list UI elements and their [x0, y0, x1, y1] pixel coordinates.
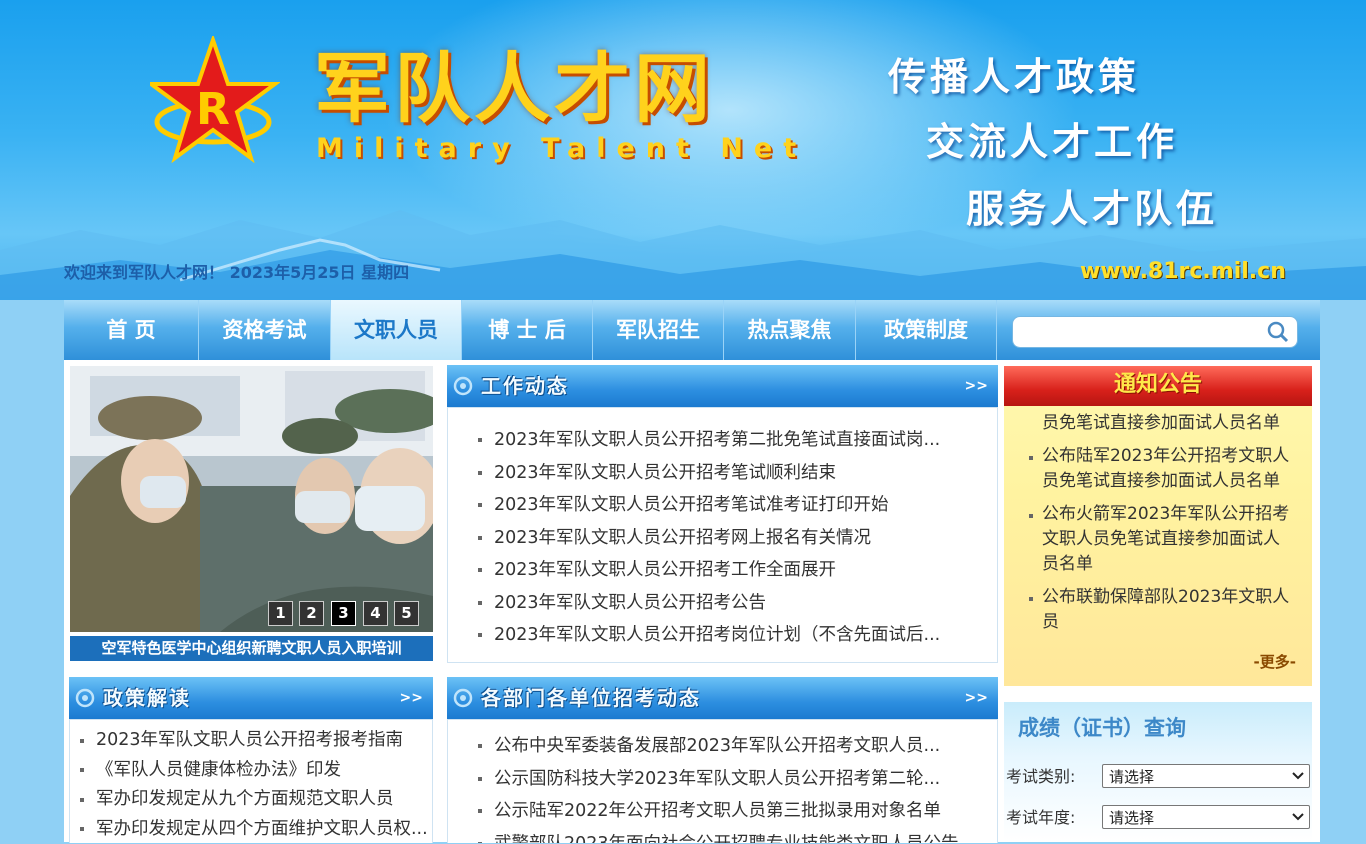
exam-type-label: 考试类别:	[1006, 764, 1075, 790]
nav-home[interactable]: 首 页	[64, 300, 199, 360]
list-item[interactable]: 公布火箭军2023年军队公开招考文职人员免笔试直接参加面试人员名单	[1004, 502, 1312, 577]
list-item[interactable]: 公示陆军2022年公开招考文职人员第三批拟录用对象名单	[476, 795, 976, 828]
list-item[interactable]: 公布陆军2023年公开招考文职人员免笔试直接参加面试人员名单	[1004, 444, 1312, 494]
work-news-panel: 2023年军队文职人员公开招考第二批免笔试直接面试岗... 2023年军队文职人…	[447, 407, 998, 663]
score-query-title: 成绩（证书）查询	[1018, 710, 1186, 746]
slide-page-5[interactable]: 5	[394, 601, 419, 626]
work-news-list: 2023年军队文职人员公开招考第二批免笔试直接面试岗... 2023年军队文职人…	[476, 424, 976, 652]
svg-text:R: R	[196, 84, 230, 135]
list-item[interactable]: 2023年军队文职人员公开招考笔试准考证打印开始	[476, 489, 976, 522]
ornament-icon	[451, 687, 475, 709]
search-box[interactable]	[1012, 316, 1298, 348]
slogan-1: 传播人才政策	[888, 55, 1140, 99]
site-header: R 军队人才网 Military Talent Net 传播人才政策 交流人才工…	[0, 0, 1366, 300]
chevron-down-icon	[1291, 806, 1305, 828]
list-item[interactable]: 2023年军队文职人员公开招考公告	[476, 587, 976, 620]
site-logo-subtitle: Military Talent Net	[316, 131, 807, 167]
chevron-down-icon	[1291, 765, 1305, 787]
slideshow-caption[interactable]: 空军特色医学中心组织新聘文职人员入职培训	[70, 636, 433, 661]
nav-policies[interactable]: 政策制度	[856, 300, 997, 360]
policy-header: 政策解读 >>	[69, 677, 433, 719]
list-item[interactable]: 军办印发规定从九个方面规范文职人员	[78, 785, 428, 815]
exam-year-value: 请选择	[1109, 809, 1154, 827]
ornament-icon	[73, 687, 97, 709]
list-item[interactable]: 2023年军队文职人员公开招考第二批免笔试直接面试岗...	[476, 424, 976, 457]
nav-hot-topics[interactable]: 热点聚焦	[724, 300, 856, 360]
dept-news-title: 各部门各单位招考动态	[481, 677, 701, 719]
main-nav: 首 页 资格考试 文职人员 博 士 后 军队招生 热点聚焦 政策制度	[64, 300, 1320, 360]
list-item[interactable]: 2023年军队文职人员公开招考报考指南	[78, 726, 428, 756]
notice-more-link[interactable]: -更多-	[1254, 651, 1296, 672]
list-item[interactable]: 2023年军队文职人员公开招考工作全面展开	[476, 554, 976, 587]
army-star-icon: R	[150, 36, 280, 166]
work-news-title: 工作动态	[481, 365, 569, 407]
exam-year-select[interactable]: 请选择	[1102, 805, 1310, 829]
list-item[interactable]: 2023年军队文职人员公开招考网上报名有关情况	[476, 522, 976, 555]
ornament-icon	[451, 375, 475, 397]
work-news-more-link[interactable]: >>	[965, 365, 988, 407]
dept-news-panel: 公布中央军委装备发展部2023年军队公开招考文职人员... 公示国防科技大学20…	[447, 719, 998, 843]
nav-qualification-exam[interactable]: 资格考试	[199, 300, 331, 360]
search-icon[interactable]	[1267, 321, 1289, 343]
slide-page-1[interactable]: 1	[268, 601, 293, 626]
work-news-header: 工作动态 >>	[447, 365, 998, 407]
notice-title: 通知公告	[1004, 366, 1312, 404]
soldiers-photo	[70, 366, 433, 632]
exam-type-value: 请选择	[1109, 768, 1154, 786]
policy-list: 2023年军队文职人员公开招考报考指南 《军队人员健康体检办法》印发 军办印发规…	[78, 726, 428, 844]
list-item[interactable]: 公布联勤保障部队2023年文职人员	[1004, 585, 1312, 635]
dept-news-header: 各部门各单位招考动态 >>	[447, 677, 998, 719]
notice-scroll-area[interactable]: 公布空军2023年公开招考文职人员免笔试直接参加面试人员名单 公布陆军2023年…	[1004, 406, 1312, 686]
site-url: www.81rc.mil.cn	[1080, 258, 1286, 286]
list-item[interactable]: 公布中央军委装备发展部2023年军队公开招考文职人员...	[476, 730, 976, 763]
list-item[interactable]: 武警部队2023年面向社会公开招聘专业技能类文职人员公告	[476, 828, 976, 844]
dept-news-more-link[interactable]: >>	[965, 677, 988, 719]
slide-page-4[interactable]: 4	[363, 601, 388, 626]
slide-page-3[interactable]: 3	[331, 601, 356, 626]
list-item[interactable]: 《军队人员健康体检办法》印发	[78, 756, 428, 786]
score-query-panel: 成绩（证书）查询 考试类别: 请选择 考试年度: 请选择	[1004, 702, 1312, 842]
slogan-3: 服务人才队伍	[966, 187, 1218, 231]
news-slideshow-image[interactable]	[70, 366, 433, 632]
exam-year-label: 考试年度:	[1006, 805, 1075, 831]
exam-type-select[interactable]: 请选择	[1102, 764, 1310, 788]
slide-page-2[interactable]: 2	[299, 601, 324, 626]
nav-military-enrollment[interactable]: 军队招生	[593, 300, 724, 360]
slogan-2: 交流人才工作	[926, 120, 1178, 164]
policy-more-link[interactable]: >>	[400, 677, 423, 719]
nav-civilian-staff[interactable]: 文职人员	[331, 300, 462, 360]
policy-title: 政策解读	[103, 677, 191, 719]
notice-header: 通知公告	[1004, 366, 1312, 406]
dept-news-list: 公布中央军委装备发展部2023年军队公开招考文职人员... 公示国防科技大学20…	[476, 730, 976, 843]
list-item[interactable]: 2023年军队文职人员公开招考岗位计划（不含先面试后...	[476, 619, 976, 652]
notice-panel: 通知公告 公布空军2023年公开招考文职人员免笔试直接参加面试人员名单 公布陆军…	[1004, 366, 1312, 686]
list-item[interactable]: 公布空军2023年公开招考文职人员免笔试直接参加面试人员名单	[1004, 406, 1312, 436]
list-item[interactable]: 军办印发规定从四个方面维护文职人员权...	[78, 815, 428, 844]
list-item[interactable]: 2023年军队文职人员公开招考笔试顺利结束	[476, 457, 976, 490]
site-logo-title: 军队人才网	[314, 44, 714, 134]
policy-panel: 2023年军队文职人员公开招考报考指南 《军队人员健康体检办法》印发 军办印发规…	[69, 719, 433, 843]
list-item[interactable]: 公示国防科技大学2023年军队文职人员公开招考第二轮...	[476, 763, 976, 796]
nav-postdoc[interactable]: 博 士 后	[462, 300, 593, 360]
welcome-date: 欢迎来到军队人才网！ 2023年5月25日 星期四	[64, 262, 409, 284]
notice-list: 公布空军2023年公开招考文职人员免笔试直接参加面试人员名单 公布陆军2023年…	[1004, 406, 1312, 643]
